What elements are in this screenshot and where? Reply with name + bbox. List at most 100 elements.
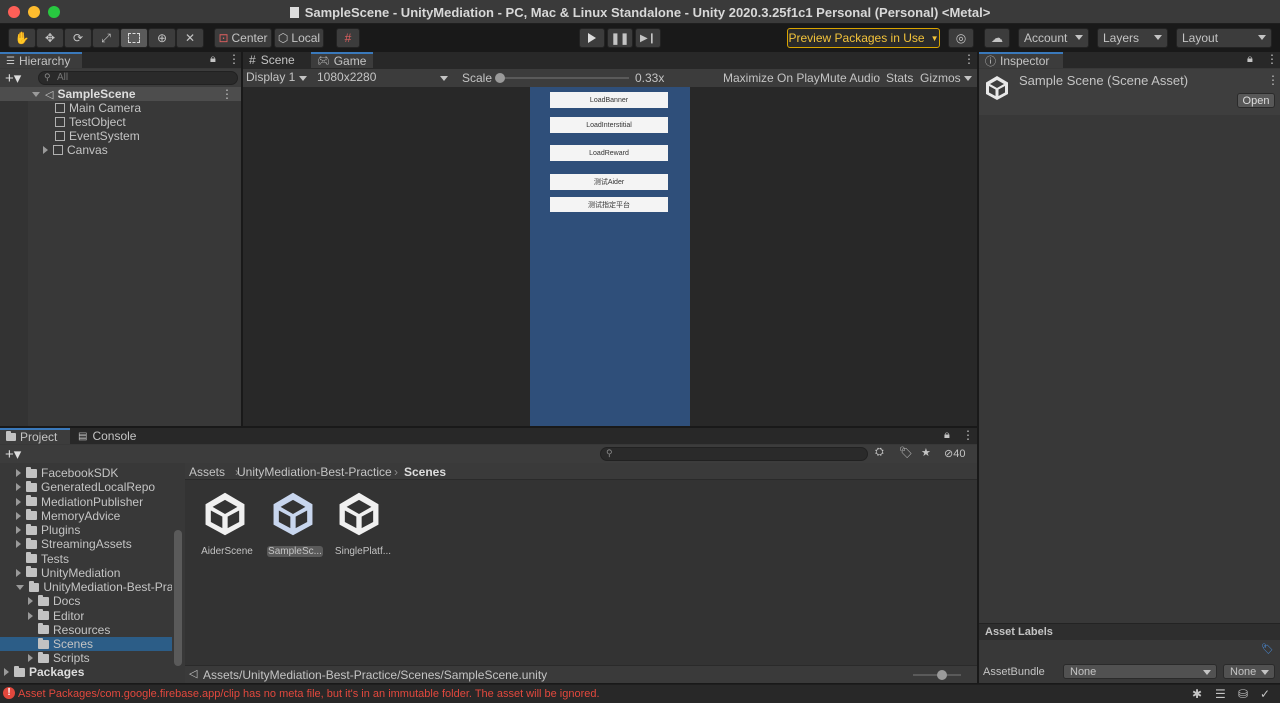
asset-tile[interactable]: SinglePlatf... [333, 491, 393, 563]
expand-arrow-icon[interactable] [16, 568, 21, 577]
pivot-local-button[interactable]: ⬡ Local [274, 28, 324, 48]
add-icon[interactable]: +▾ [5, 69, 21, 87]
hierarchy-item[interactable]: Canvas [43, 143, 108, 157]
expand-arrow-icon[interactable] [16, 483, 21, 492]
breadcrumb-item[interactable]: Scenes [404, 465, 446, 479]
step-button[interactable]: ▶❙ [635, 28, 661, 48]
status-bar[interactable]: ! Asset Packages/com.google.firebase.app… [0, 684, 1280, 703]
project-folder-item[interactable]: Scenes [0, 637, 172, 651]
project-search-input[interactable]: ⚲ [600, 447, 868, 461]
resolution-dropdown[interactable]: 1080x2280 [317, 70, 453, 86]
scale-slider-track[interactable] [497, 77, 629, 79]
play-button[interactable] [579, 28, 605, 48]
kebab-menu-icon[interactable]: ⋮ [963, 52, 975, 66]
tab-console[interactable]: ▤ Console [72, 428, 152, 444]
asset-bundle-dropdown[interactable]: None [1063, 664, 1217, 679]
project-folder-item[interactable]: FacebookSDK [0, 466, 172, 480]
breadcrumb-item[interactable]: Assets [189, 465, 225, 479]
layout-dropdown[interactable]: Layout [1176, 28, 1272, 48]
expand-arrow-icon[interactable] [43, 146, 48, 154]
database-icon[interactable]: ⛁ [1238, 687, 1248, 701]
filter-type-icon[interactable]: ⛭ [875, 446, 884, 459]
collab-button[interactable]: ◎ [948, 28, 974, 48]
game-canvas[interactable] [530, 87, 690, 426]
project-folder-item[interactable]: Plugins [0, 523, 172, 537]
tab-inspector[interactable]: ⓘ Inspector [979, 52, 1063, 68]
lock-icon[interactable]: 🔒︎ [944, 429, 950, 442]
lock-icon[interactable]: 🔒︎ [210, 53, 216, 66]
project-folder-item[interactable]: GeneratedLocalRepo [0, 480, 172, 494]
kebab-menu-icon[interactable]: ⋮ [1266, 52, 1278, 66]
scene-row[interactable]: ◁ SampleScene ⋮ [0, 87, 241, 101]
expand-arrow-icon[interactable] [16, 497, 21, 506]
tab-scene[interactable]: # Scene [243, 52, 309, 68]
project-folder-item[interactable]: UnityMediation-Best-Prac [0, 580, 172, 594]
tab-project[interactable]: Project [0, 428, 70, 444]
expand-arrow-icon[interactable] [28, 654, 33, 663]
checkmark-icon[interactable]: ✓ [1260, 687, 1270, 701]
expand-arrow-icon[interactable] [32, 91, 40, 97]
kebab-menu-icon[interactable]: ⋮ [1267, 73, 1279, 87]
kebab-menu-icon[interactable]: ⋮ [962, 428, 974, 442]
stats-toggle[interactable]: Stats [886, 71, 913, 85]
maximize-on-play-toggle[interactable]: Maximize On Play [723, 71, 820, 85]
expand-arrow-icon[interactable] [16, 511, 21, 520]
tag-icon[interactable]: 🏷︎ [1261, 644, 1274, 655]
load-reward-button[interactable]: LoadReward [550, 145, 668, 161]
expand-arrow-icon[interactable] [16, 469, 21, 477]
layers-dropdown[interactable]: Layers [1097, 28, 1168, 48]
pause-button[interactable]: ❚❚ [607, 28, 633, 48]
asset-bundle-variant-dropdown[interactable]: None [1223, 664, 1275, 679]
grid-snap-button[interactable]: # [336, 28, 360, 48]
scene-menu-icon[interactable]: ⋮ [221, 87, 233, 101]
gizmos-toggle[interactable]: Gizmos [920, 71, 961, 85]
tree-scrollbar[interactable] [174, 530, 182, 666]
breadcrumb-item[interactable]: UnityMediation-Best-Practice [237, 465, 392, 479]
cloud-button[interactable]: ☁ [984, 28, 1010, 48]
expand-arrow-icon[interactable] [28, 597, 33, 606]
transform-tool-button[interactable]: ⊕ [148, 28, 176, 48]
project-folder-item[interactable]: UnityMediation [0, 566, 172, 580]
caret-down-icon[interactable] [964, 76, 972, 81]
asset-tile[interactable]: AiderScene [199, 491, 255, 563]
pivot-center-button[interactable]: ⊡ Center [214, 28, 272, 48]
custom-tool-button[interactable]: ✕ [176, 28, 204, 48]
tab-game[interactable]: 🎮︎ Game [311, 52, 373, 68]
hierarchy-item[interactable]: EventSystem [55, 129, 140, 143]
open-button[interactable]: Open [1237, 93, 1275, 108]
preview-packages-dropdown[interactable]: Preview Packages in Use ▼ [787, 28, 940, 48]
project-folder-item[interactable]: MediationPublisher [0, 495, 172, 509]
account-dropdown[interactable]: Account [1018, 28, 1089, 48]
scale-tool-button[interactable]: ⤢ [92, 28, 120, 48]
display-dropdown[interactable]: Display 1 [246, 70, 312, 86]
debug-bug-icon[interactable]: ✱ [1192, 687, 1202, 701]
project-folder-item[interactable]: Tests [0, 552, 172, 566]
project-folder-item[interactable]: Scripts [0, 651, 172, 665]
asset-tile-selected[interactable]: SampleSc... [267, 491, 323, 563]
expand-arrow-icon[interactable] [16, 584, 24, 590]
rect-tool-button[interactable] [120, 28, 148, 48]
test-platform-button[interactable]: 测试指定平台 [550, 197, 668, 212]
scale-slider-thumb[interactable] [495, 73, 505, 83]
add-icon[interactable]: +▾ [5, 445, 21, 463]
expand-arrow-icon[interactable] [16, 526, 21, 534]
expand-arrow-icon[interactable] [16, 540, 21, 549]
status-message[interactable]: Asset Packages/com.google.firebase.app/c… [18, 688, 600, 700]
icon-size-slider-thumb[interactable] [937, 670, 947, 680]
test-aider-button[interactable]: 测试Aider [550, 174, 668, 190]
lock-icon[interactable]: 🔒︎ [1247, 53, 1253, 66]
move-tool-button[interactable]: ✥ [36, 28, 64, 48]
stack-icon[interactable]: ☰ [1215, 687, 1226, 701]
project-folder-item[interactable]: Editor [0, 609, 172, 623]
project-folder-item[interactable]: Docs [0, 594, 172, 608]
favorite-star-icon[interactable]: ★ [921, 446, 931, 459]
filter-label-icon[interactable]: 🏷︎ [899, 446, 913, 459]
tab-hierarchy[interactable]: ☰ Hierarchy [0, 52, 82, 68]
hierarchy-search-input[interactable]: ⚲ All [38, 71, 238, 85]
hidden-count[interactable]: ⊘40 [944, 447, 965, 460]
mute-audio-toggle[interactable]: Mute Audio [820, 71, 880, 85]
hierarchy-item[interactable]: Main Camera [55, 101, 141, 115]
load-banner-button[interactable]: LoadBanner [550, 92, 668, 108]
load-interstitial-button[interactable]: LoadInterstitial [550, 117, 668, 133]
expand-arrow-icon[interactable] [28, 611, 33, 620]
